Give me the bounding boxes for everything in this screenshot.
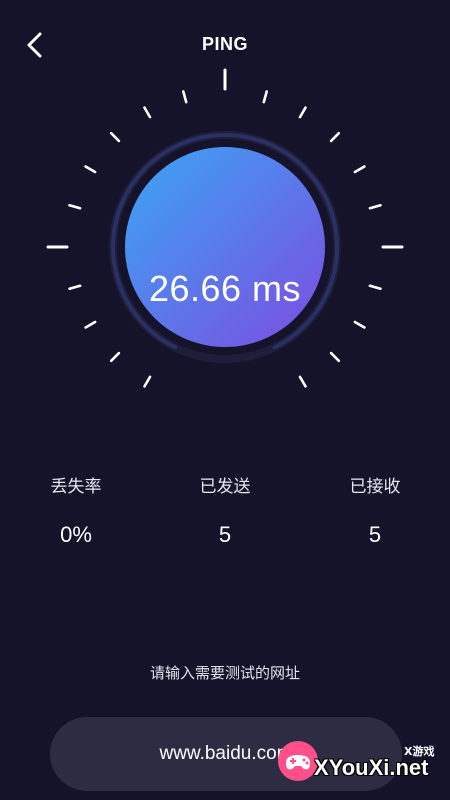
gauge-tick (329, 131, 341, 143)
stat-value: 5 (368, 522, 382, 547)
stat-sent: 已发送 5 (165, 472, 285, 548)
page-title: PING (201, 34, 248, 54)
gauge-tick (143, 375, 152, 388)
gauge-tick (84, 320, 97, 329)
gauge-tick (329, 351, 341, 363)
gauge-graphic (46, 68, 404, 388)
url-prompt: 请输入需要测试的网址 (149, 664, 300, 682)
gauge-tick (84, 165, 97, 174)
stats-row: 丢失率 0% 已发送 5 已接收 5 (0, 472, 450, 562)
gauge-circle (125, 147, 325, 347)
gauge-tick (262, 90, 269, 104)
gauge-tick (298, 106, 307, 119)
watermark: X游戏 XYouXi.net (272, 735, 450, 795)
stat-received: 已接收 5 (315, 472, 435, 548)
stat-label: 已发送 (199, 477, 251, 497)
gauge-tick (298, 375, 307, 388)
gauge-tick (353, 320, 366, 329)
gauge-tick (68, 284, 82, 291)
ping-gauge: 26.66 ms (0, 60, 450, 430)
stat-value: 5 (218, 522, 232, 547)
gauge-tick (353, 165, 366, 174)
watermark-text: XYouXi.net (314, 755, 429, 780)
gauge-tick (368, 284, 382, 291)
gauge-tick (143, 106, 152, 119)
gauge-tick (109, 131, 121, 143)
stat-value: 0% (60, 522, 92, 547)
stat-label: 已接收 (349, 477, 401, 497)
gauge-tick (68, 204, 82, 210)
stat-packet-loss: 丢失率 0% (16, 472, 136, 548)
stat-label: 丢失率 (50, 477, 102, 497)
gauge-tick (368, 204, 382, 210)
ping-value: 26.66 ms (148, 268, 302, 309)
gauge-tick (109, 351, 121, 363)
gauge-tick (182, 90, 188, 104)
